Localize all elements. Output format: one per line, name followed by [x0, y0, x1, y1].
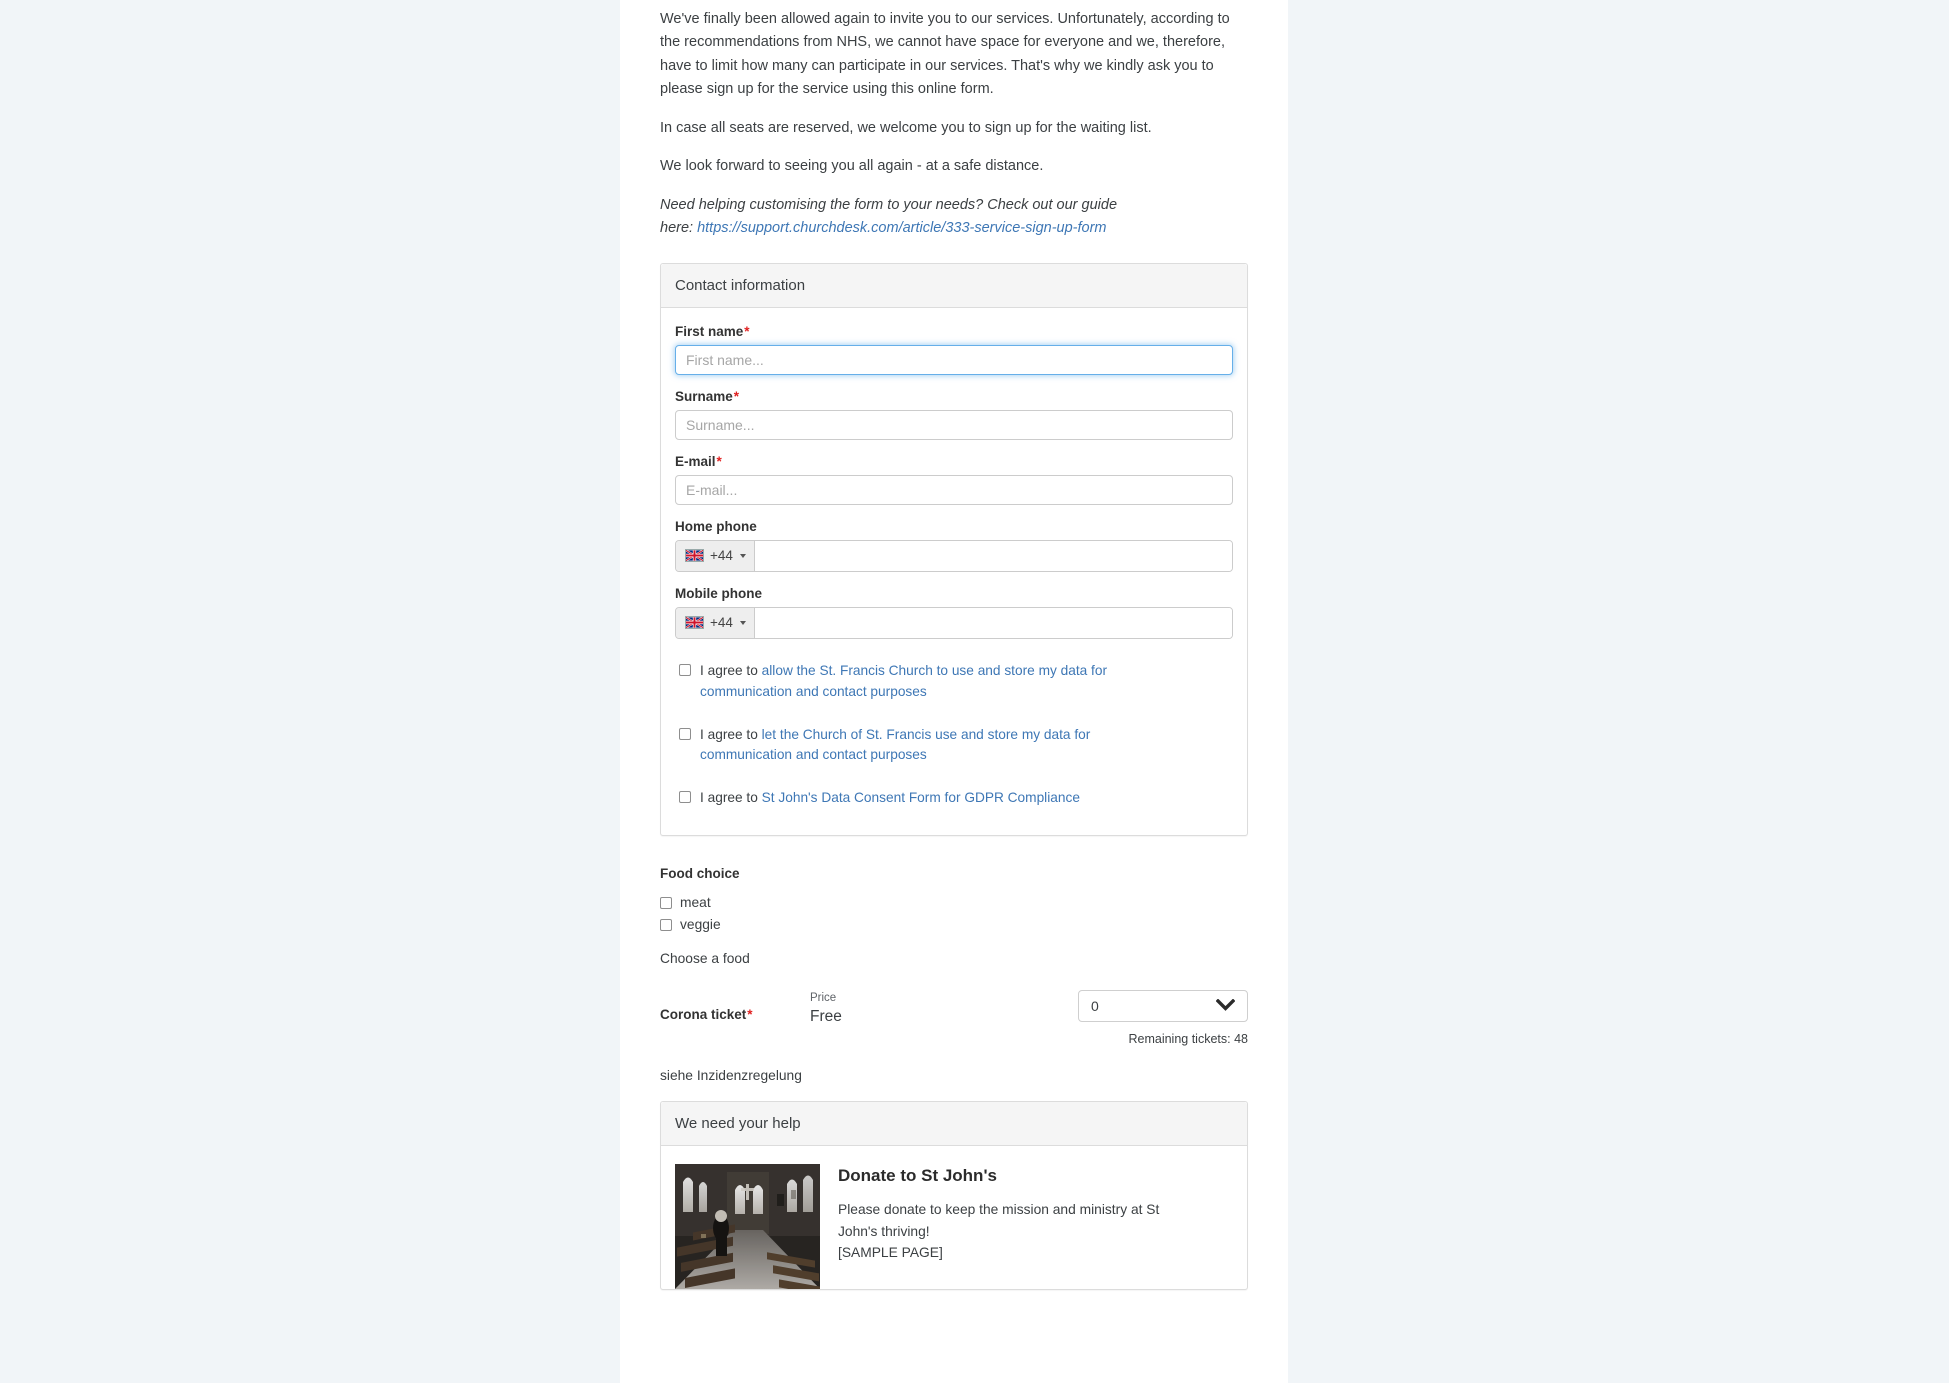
consent-prefix-3: I agree to: [700, 790, 762, 806]
surname-input[interactable]: [675, 409, 1233, 440]
ticket-price-block: Price Free: [810, 990, 1078, 1028]
intro-paragraph-2: In case all seats are reserved, we welco…: [660, 119, 1152, 136]
first-name-input[interactable]: [675, 344, 1233, 375]
consent-checkbox-3[interactable]: [679, 791, 691, 804]
chevron-down-icon: [1215, 998, 1236, 1014]
food-checkbox-meat[interactable]: [660, 896, 672, 909]
content-inner: We've finally been allowed again to invi…: [620, 0, 1288, 1291]
mobile-phone-input[interactable]: [754, 607, 1232, 638]
donation-text-block: Donate to St John's Please donate to kee…: [838, 1164, 1233, 1289]
home-phone-country-selector[interactable]: +44: [676, 540, 755, 571]
donation-panel: We need your help Donate to St John's Pl…: [660, 1101, 1248, 1291]
ticket-quantity-value: 0: [1091, 998, 1099, 1015]
food-option-label-meat: meat: [680, 895, 711, 911]
email-label: E-mail*: [675, 454, 1233, 469]
surname-label-text: Surname: [675, 388, 733, 404]
chevron-down-icon: [739, 620, 746, 625]
consent-checkbox-2[interactable]: [679, 727, 691, 740]
food-option-meat: meat: [660, 895, 1248, 910]
intro-guide-note: Need helping customising the form to you…: [660, 194, 1248, 241]
donation-panel-body: Donate to St John's Please donate to kee…: [661, 1146, 1247, 1290]
remaining-tickets-text: Remaining tickets: 48: [1128, 1032, 1248, 1047]
food-checkbox-veggie[interactable]: [660, 918, 672, 931]
donation-desc-line-1: Please donate to keep the mission and mi…: [838, 1202, 1160, 1218]
guide-link[interactable]: https://support.churchdesk.com/article/3…: [697, 220, 1106, 236]
content-column: We've finally been allowed again to invi…: [620, 0, 1288, 1383]
first-name-label: First name*: [675, 324, 1233, 339]
food-choice-section: Food choice meat veggie Choose a food: [660, 866, 1248, 966]
consent-text-1: I agree to allow the St. Francis Church …: [700, 661, 1130, 703]
home-phone-label: Home phone: [675, 518, 757, 534]
ticket-quantity-select[interactable]: 0: [1078, 990, 1248, 1023]
field-home-phone: Home phone +44: [675, 519, 1233, 572]
mobile-phone-country-selector[interactable]: +44: [676, 607, 755, 638]
donation-desc-line-2: John's thriving!: [838, 1223, 930, 1239]
consent-link-1[interactable]: allow the St. Francis Church to use and …: [700, 663, 1107, 699]
surname-label: Surname*: [675, 389, 1233, 404]
home-phone-group: +44: [675, 539, 1233, 572]
consent-text-2: I agree to let the Church of St. Francis…: [700, 725, 1130, 767]
ticket-name: Corona ticket*: [660, 990, 810, 1022]
uk-flag-icon: [685, 549, 704, 563]
consent-prefix-1: I agree to: [700, 662, 762, 678]
donation-item-description: Please donate to keep the mission and mi…: [838, 1199, 1233, 1264]
donation-desc-line-3: [SAMPLE PAGE]: [838, 1245, 943, 1261]
incidence-note: siehe Inzidenzregelung: [660, 1068, 802, 1084]
donation-item-title: Donate to St John's: [838, 1166, 997, 1186]
food-option-label-veggie: veggie: [680, 917, 721, 933]
field-first-name: First name*: [675, 324, 1233, 375]
surname-required-asterisk: *: [733, 388, 740, 404]
email-input[interactable]: [675, 474, 1233, 505]
mobile-phone-label: Mobile phone: [675, 585, 762, 601]
intro-paragraph-1: We've finally been allowed again to invi…: [660, 11, 1230, 98]
ticket-quantity-block: 0 Remaining tickets: 48: [1078, 990, 1248, 1046]
field-mobile-phone: Mobile phone +44: [675, 586, 1233, 639]
contact-panel-body: First name* Surname* E-mail* Home phone: [661, 308, 1247, 835]
consent-link-3[interactable]: St John's Data Consent Form for GDPR Com…: [762, 790, 1080, 805]
mobile-phone-dial-code: +44: [710, 615, 733, 631]
consent-text-3: I agree to St John's Data Consent Form f…: [700, 788, 1080, 809]
uk-flag-icon: [685, 616, 704, 630]
ticket-required-asterisk: *: [747, 1007, 753, 1023]
field-surname: Surname*: [675, 389, 1233, 440]
contact-information-panel: Contact information First name* Surname*…: [660, 262, 1248, 837]
ticket-price-label: Price: [810, 992, 837, 1005]
email-label-text: E-mail: [675, 453, 716, 469]
page-root: We've finally been allowed again to invi…: [0, 0, 1949, 1383]
first-name-label-text: First name: [675, 323, 744, 339]
food-choice-helper-text: Choose a food: [660, 951, 750, 967]
home-phone-dial-code: +44: [710, 548, 733, 564]
donation-panel-title: We need your help: [661, 1102, 1247, 1147]
email-required-asterisk: *: [716, 453, 722, 469]
ticket-name-text: Corona ticket: [660, 1007, 747, 1023]
consent-row: I agree to allow the St. Francis Church …: [675, 661, 1233, 703]
intro-paragraph-3: We look forward to seeing you all again …: [660, 158, 1044, 175]
ticket-price-value: Free: [810, 1007, 842, 1025]
home-phone-input[interactable]: [754, 540, 1232, 571]
consent-row: I agree to St John's Data Consent Form f…: [675, 788, 1233, 809]
contact-panel-title: Contact information: [661, 263, 1247, 308]
first-name-required-asterisk: *: [744, 323, 750, 339]
chevron-down-icon: [739, 553, 746, 558]
food-option-veggie: veggie: [660, 917, 1248, 932]
food-choice-title: Food choice: [660, 866, 740, 882]
church-interior-image: [675, 1164, 820, 1290]
consent-checkbox-1[interactable]: [679, 663, 691, 676]
mobile-phone-group: +44: [675, 606, 1233, 639]
consent-prefix-2: I agree to: [700, 726, 762, 742]
field-email: E-mail*: [675, 454, 1233, 505]
consent-row: I agree to let the Church of St. Francis…: [675, 725, 1233, 767]
ticket-row: Corona ticket* Price Free 0 Remaining ti…: [660, 990, 1248, 1046]
